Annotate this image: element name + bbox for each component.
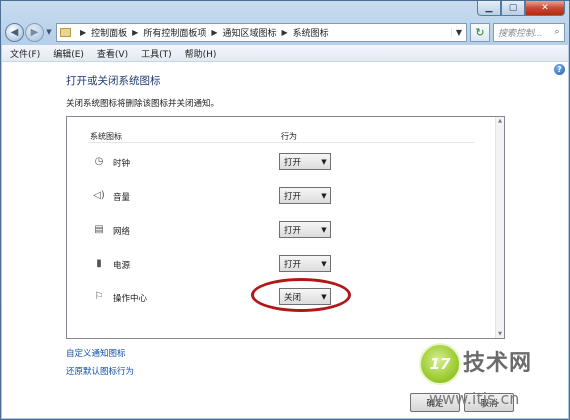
breadcrumb-item[interactable]: 系统图标 (293, 26, 329, 39)
close-button[interactable]: ✕ (525, 1, 565, 16)
breadcrumb-separator[interactable]: ▶ (132, 28, 138, 37)
select-value: 打开 (284, 191, 302, 202)
vertical-scrollbar[interactable]: ▲ ▼ (495, 117, 504, 338)
watermark-title: 技术网 (463, 351, 533, 376)
action-center-icon: ⚐ (94, 291, 104, 302)
volume-icon: ◁) (93, 190, 105, 201)
customize-notification-icons-link[interactable]: 自定义通知图标 (66, 347, 126, 359)
page-title: 打开或关闭系统图标 (66, 75, 161, 87)
minimize-button[interactable]: ▁ (477, 1, 501, 16)
behavior-select[interactable]: 关闭 ▼ (279, 288, 331, 305)
menu-file[interactable]: 文件(F) (10, 47, 40, 60)
watermark-url: www.itjs.cn (429, 389, 520, 408)
row-label: 音量 (113, 193, 131, 203)
select-value: 打开 (284, 259, 302, 270)
chevron-down-icon: ▼ (321, 259, 327, 268)
maximize-button[interactable]: ▢ (501, 1, 525, 16)
site-watermark: 17 技术网 www.itjs.cn (419, 339, 569, 419)
forward-button[interactable]: ▶ (25, 22, 44, 42)
breadcrumb-item[interactable]: 所有控制面板项 (143, 26, 206, 39)
window-caption-buttons: ▁ ▢ ✕ (477, 1, 565, 17)
row-label: 网络 (113, 227, 131, 237)
search-icon[interactable]: ⌕ (550, 27, 564, 37)
row-label: 操作中心 (113, 294, 148, 304)
refresh-icon[interactable]: ↻ (470, 22, 490, 42)
menu-tools[interactable]: 工具(T) (141, 47, 172, 60)
help-icon[interactable]: ? (554, 64, 565, 75)
column-header-behavior: 行为 (281, 132, 297, 141)
behavior-select[interactable]: 打开 ▼ (279, 255, 331, 272)
behavior-select[interactable]: 打开 ▼ (279, 153, 331, 170)
control-panel-window: ▁ ▢ ✕ ◀ ▶ ▼ ▶ 控制面板 ▶ 所有控制面板项 ▶ 通知区域图标 ▶ … (0, 0, 570, 420)
breadcrumb-separator[interactable]: ▶ (282, 28, 288, 37)
table-row: ◁) 音量 打开 ▼ (67, 187, 487, 207)
header-divider (88, 142, 474, 143)
page-description: 关闭系统图标将删除该图标并关闭通知。 (66, 99, 220, 109)
menu-view[interactable]: 查看(V) (97, 47, 128, 60)
address-bar[interactable]: ▶ 控制面板 ▶ 所有控制面板项 ▶ 通知区域图标 ▶ 系统图标 ▼ (56, 22, 467, 42)
chevron-down-icon: ▼ (321, 225, 327, 234)
table-row: ▤ 网络 打开 ▼ (67, 221, 487, 241)
breadcrumb-item[interactable]: 通知区域图标 (223, 26, 277, 39)
back-button[interactable]: ◀ (5, 22, 24, 42)
breadcrumb: ▶ 控制面板 ▶ 所有控制面板项 ▶ 通知区域图标 ▶ 系统图标 (75, 26, 329, 39)
column-header-icon: 系统图标 (90, 132, 122, 141)
power-icon: ▮ (96, 258, 102, 269)
search-placeholder: 搜索控制... (498, 28, 543, 39)
chevron-down-icon: ▼ (321, 157, 327, 166)
navigation-bar: ◀ ▶ ▼ ▶ 控制面板 ▶ 所有控制面板项 ▶ 通知区域图标 ▶ 系统图标 ▼… (5, 21, 565, 43)
network-icon: ▤ (94, 224, 104, 235)
breadcrumb-item[interactable]: 控制面板 (91, 26, 127, 39)
recent-pages-dropdown[interactable]: ▼ (45, 28, 53, 36)
system-icons-panel: 系统图标 行为 ◷ 时钟 打开 ▼ ◁) 音量 打开 ▼ ▤ 网络 打开 ▼ ▮… (66, 116, 505, 339)
watermark-logo: 17 (419, 343, 461, 385)
table-row: ⚐ 操作中心 关闭 ▼ (67, 278, 487, 312)
menu-bar: 文件(F) 编辑(E) 查看(V) 工具(T) 帮助(H) (2, 45, 568, 62)
clock-icon: ◷ (94, 156, 104, 167)
chevron-down-icon: ▼ (321, 191, 327, 200)
table-row: ◷ 时钟 打开 ▼ (67, 153, 487, 173)
select-value: 打开 (284, 225, 302, 236)
scroll-up-icon[interactable]: ▲ (496, 118, 504, 124)
select-value: 打开 (284, 157, 302, 168)
row-label: 电源 (113, 261, 131, 271)
restore-default-icon-behavior-link[interactable]: 还原默认图标行为 (66, 365, 134, 377)
select-value: 关闭 (284, 292, 302, 303)
chevron-down-icon: ▼ (321, 292, 327, 301)
menu-edit[interactable]: 编辑(E) (53, 47, 84, 60)
row-label: 时钟 (113, 159, 131, 169)
behavior-select[interactable]: 打开 ▼ (279, 187, 331, 204)
behavior-select[interactable]: 打开 ▼ (279, 221, 331, 238)
table-row: ▮ 电源 打开 ▼ (67, 255, 487, 275)
control-panel-icon (60, 27, 71, 37)
search-input[interactable]: 搜索控制... ⌕ (493, 22, 565, 42)
breadcrumb-separator: ▶ (80, 27, 87, 37)
breadcrumb-separator[interactable]: ▶ (211, 28, 217, 37)
menu-help[interactable]: 帮助(H) (185, 47, 217, 60)
address-dropdown-icon[interactable]: ▼ (451, 27, 466, 37)
scroll-down-icon[interactable]: ▼ (496, 331, 504, 337)
